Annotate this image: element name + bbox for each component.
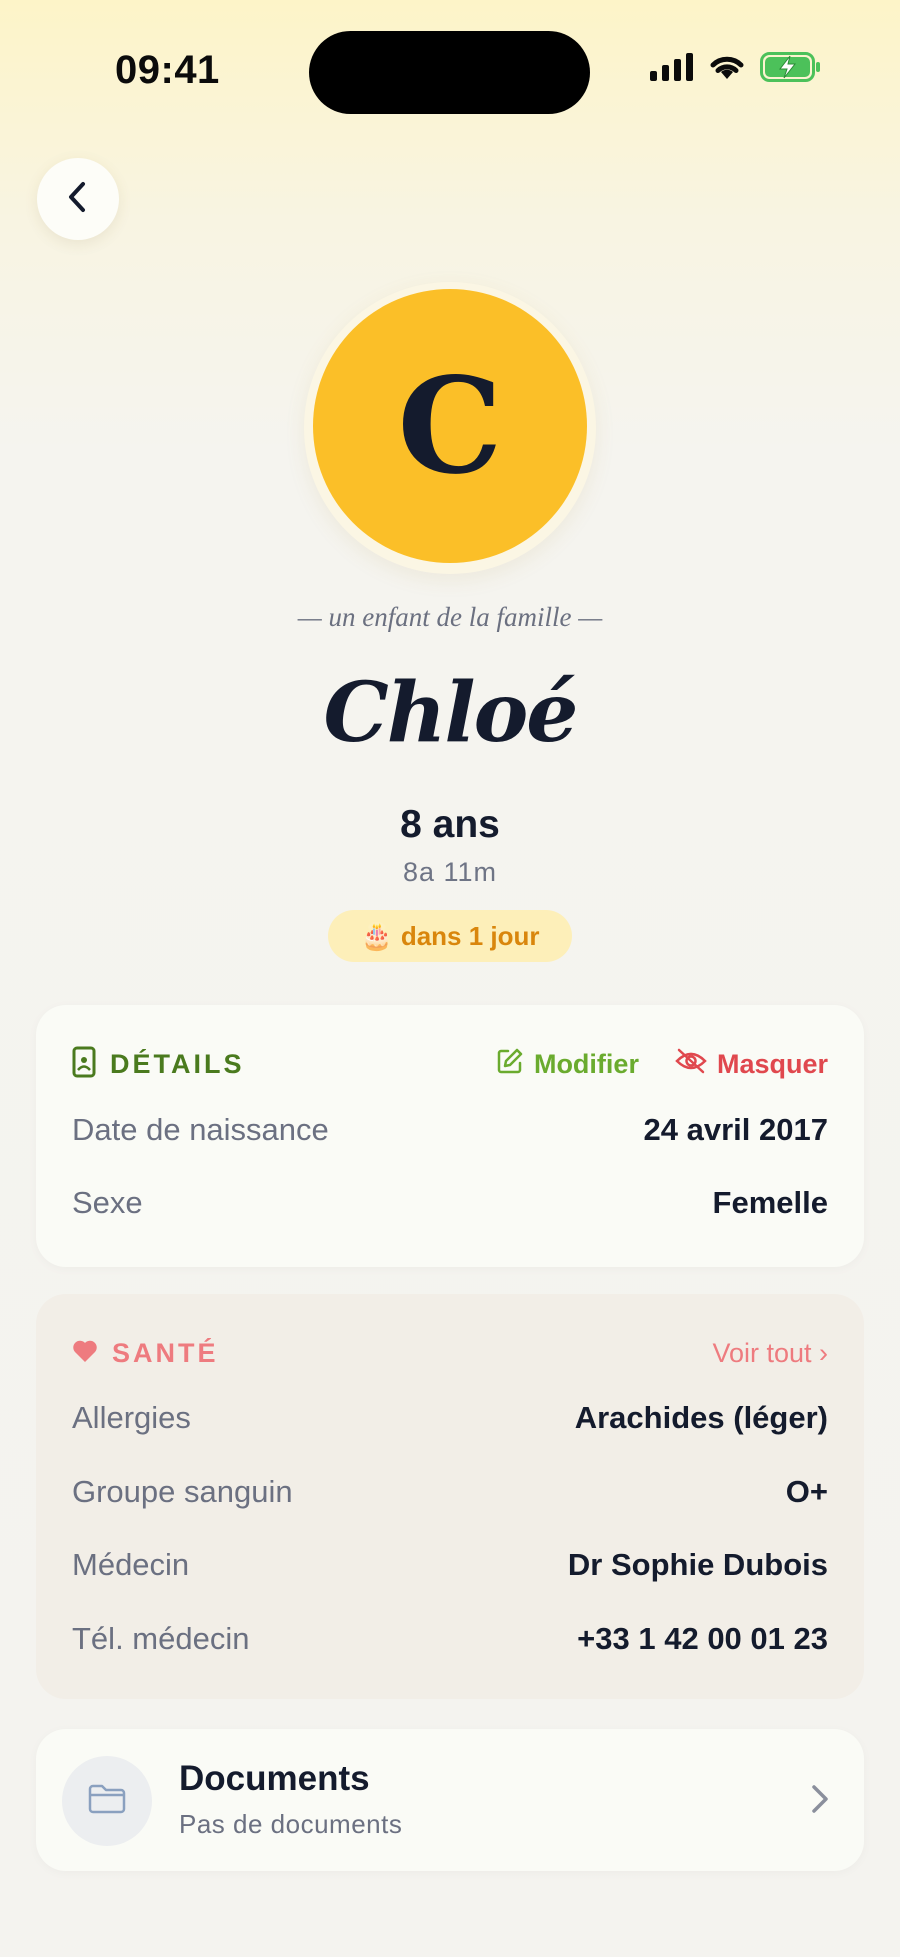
- edit-icon: [496, 1047, 524, 1082]
- health-row-blood-group: Groupe sanguin O+: [72, 1467, 828, 1517]
- edit-label: Modifier: [533, 1048, 639, 1079]
- documents-icon-wrap: [62, 1756, 152, 1846]
- hide-button[interactable]: Masquer: [675, 1048, 828, 1081]
- hide-label: Masquer: [716, 1048, 828, 1079]
- detail-row-birthdate: Date de naissance 24 avril 2017: [72, 1105, 828, 1155]
- status-time: 09:41: [115, 48, 220, 92]
- health-label: Allergies: [72, 1400, 191, 1435]
- profile-age: 8 ans: [400, 803, 500, 846]
- profile-subtitle: — un enfant de la famille —: [297, 602, 603, 632]
- health-title: SANTÉ: [112, 1337, 219, 1368]
- documents-title: Documents: [179, 1759, 370, 1798]
- details-card: DÉTAILS Modifier Masquer Date de naissan…: [36, 1005, 864, 1267]
- health-card: SANTÉ Voir tout › Allergies Arachides (l…: [36, 1294, 864, 1699]
- detail-value: 24 avril 2017: [643, 1112, 828, 1147]
- health-label: Groupe sanguin: [72, 1474, 293, 1509]
- detail-label: Date de naissance: [72, 1112, 329, 1147]
- details-title: DÉTAILS: [110, 1048, 245, 1079]
- profile-name: Chloé: [323, 665, 579, 761]
- see-all-link[interactable]: Voir tout ›: [712, 1338, 828, 1369]
- health-label: Médecin: [72, 1547, 190, 1582]
- status-bar: 09:41: [0, 0, 900, 150]
- chevron-left-icon: [63, 180, 93, 219]
- documents-card[interactable]: Documents Pas de documents: [36, 1729, 864, 1871]
- profile-age-detail: 8a 11m: [402, 857, 498, 887]
- health-value: Dr Sophie Dubois: [567, 1547, 828, 1582]
- dynamic-island: [309, 31, 590, 114]
- health-row-allergies: Allergies Arachides (léger): [72, 1393, 828, 1443]
- health-value: Arachides (léger): [574, 1400, 828, 1435]
- birthday-countdown: dans 1 jour: [400, 920, 540, 951]
- detail-label: Sexe: [72, 1185, 143, 1220]
- battery-charging-icon: [760, 52, 822, 87]
- phone-card-icon: [72, 1046, 96, 1083]
- documents-subtitle: Pas de documents: [179, 1809, 403, 1839]
- details-header: DÉTAILS Modifier Masquer: [72, 1041, 828, 1087]
- chevron-right-icon: [808, 1779, 832, 1824]
- health-label: Tél. médecin: [72, 1621, 250, 1656]
- detail-row-sex: Sexe Femelle: [72, 1178, 828, 1228]
- eye-off-icon: [675, 1048, 707, 1081]
- cellular-signal-icon: [650, 53, 694, 86]
- health-header: SANTÉ Voir tout ›: [72, 1330, 828, 1376]
- health-value[interactable]: +33 1 42 00 01 23: [577, 1621, 828, 1657]
- health-value: O+: [785, 1474, 828, 1509]
- health-row-doctor-phone: Tél. médecin +33 1 42 00 01 23: [72, 1614, 828, 1664]
- heart-icon: [72, 1339, 98, 1368]
- wifi-icon: [708, 53, 746, 86]
- avatar[interactable]: C: [313, 289, 587, 563]
- birthday-badge: 🎂 dans 1 jour: [328, 910, 572, 962]
- folder-icon: [87, 1783, 127, 1820]
- status-icons: [650, 52, 822, 87]
- health-row-doctor: Médecin Dr Sophie Dubois: [72, 1540, 828, 1590]
- back-button[interactable]: [37, 158, 119, 240]
- birthday-cake-icon: 🎂: [360, 920, 393, 951]
- edit-button[interactable]: Modifier: [496, 1047, 639, 1082]
- detail-value: Femelle: [712, 1185, 828, 1220]
